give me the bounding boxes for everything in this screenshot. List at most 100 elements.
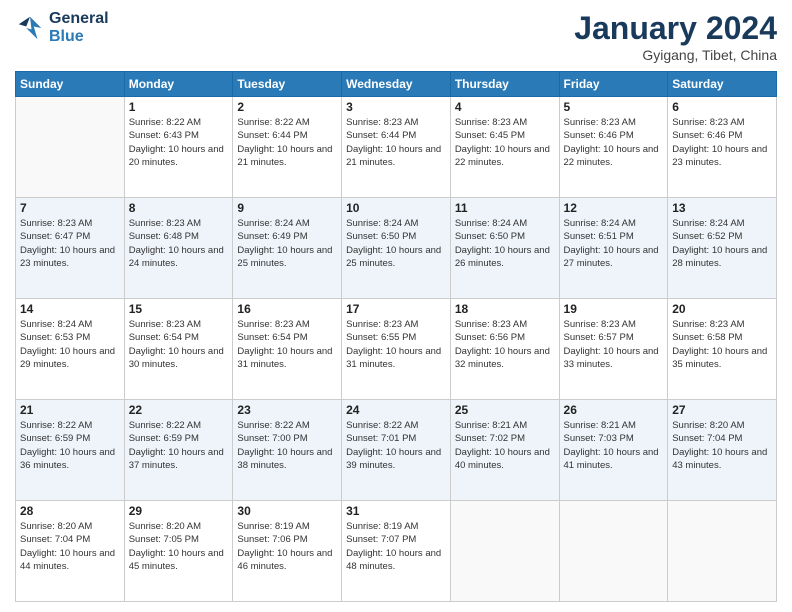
col-sunday: Sunday	[16, 72, 125, 97]
sunrise-text: Sunrise: 8:24 AM	[564, 217, 664, 230]
title-block: January 2024 Gyigang, Tibet, China	[574, 10, 777, 63]
sunset-text: Sunset: 6:53 PM	[20, 331, 120, 344]
daylight-text: Daylight: 10 hours and 30 minutes.	[129, 345, 229, 372]
day-info: Sunrise: 8:23 AMSunset: 6:47 PMDaylight:…	[20, 217, 120, 270]
day-info: Sunrise: 8:21 AMSunset: 7:02 PMDaylight:…	[455, 419, 555, 472]
day-number: 18	[455, 302, 555, 316]
daylight-text: Daylight: 10 hours and 29 minutes.	[20, 345, 120, 372]
sunset-text: Sunset: 6:54 PM	[129, 331, 229, 344]
daylight-text: Daylight: 10 hours and 38 minutes.	[237, 446, 337, 473]
daylight-text: Daylight: 10 hours and 22 minutes.	[455, 143, 555, 170]
day-number: 31	[346, 504, 446, 518]
daylight-text: Daylight: 10 hours and 37 minutes.	[129, 446, 229, 473]
sunrise-text: Sunrise: 8:23 AM	[346, 318, 446, 331]
col-thursday: Thursday	[450, 72, 559, 97]
day-number: 20	[672, 302, 772, 316]
sunrise-text: Sunrise: 8:19 AM	[346, 520, 446, 533]
calendar-cell: 9Sunrise: 8:24 AMSunset: 6:49 PMDaylight…	[233, 198, 342, 299]
sunset-text: Sunset: 6:49 PM	[237, 230, 337, 243]
daylight-text: Daylight: 10 hours and 28 minutes.	[672, 244, 772, 271]
sunset-text: Sunset: 6:52 PM	[672, 230, 772, 243]
sunrise-text: Sunrise: 8:23 AM	[455, 116, 555, 129]
daylight-text: Daylight: 10 hours and 24 minutes.	[129, 244, 229, 271]
day-number: 23	[237, 403, 337, 417]
daylight-text: Daylight: 10 hours and 39 minutes.	[346, 446, 446, 473]
sunset-text: Sunset: 6:55 PM	[346, 331, 446, 344]
col-wednesday: Wednesday	[342, 72, 451, 97]
sunset-text: Sunset: 6:47 PM	[20, 230, 120, 243]
calendar-header-row: Sunday Monday Tuesday Wednesday Thursday…	[16, 72, 777, 97]
day-info: Sunrise: 8:24 AMSunset: 6:50 PMDaylight:…	[346, 217, 446, 270]
day-info: Sunrise: 8:24 AMSunset: 6:53 PMDaylight:…	[20, 318, 120, 371]
day-info: Sunrise: 8:23 AMSunset: 6:44 PMDaylight:…	[346, 116, 446, 169]
sunset-text: Sunset: 7:06 PM	[237, 533, 337, 546]
day-info: Sunrise: 8:22 AMSunset: 6:59 PMDaylight:…	[129, 419, 229, 472]
daylight-text: Daylight: 10 hours and 44 minutes.	[20, 547, 120, 574]
sunset-text: Sunset: 7:01 PM	[346, 432, 446, 445]
day-number: 15	[129, 302, 229, 316]
calendar-cell: 4Sunrise: 8:23 AMSunset: 6:45 PMDaylight…	[450, 97, 559, 198]
sunset-text: Sunset: 6:45 PM	[455, 129, 555, 142]
day-number: 9	[237, 201, 337, 215]
calendar-cell: 16Sunrise: 8:23 AMSunset: 6:54 PMDayligh…	[233, 299, 342, 400]
calendar-cell: 25Sunrise: 8:21 AMSunset: 7:02 PMDayligh…	[450, 400, 559, 501]
header: General Blue January 2024 Gyigang, Tibet…	[15, 10, 777, 63]
daylight-text: Daylight: 10 hours and 41 minutes.	[564, 446, 664, 473]
day-info: Sunrise: 8:22 AMSunset: 7:01 PMDaylight:…	[346, 419, 446, 472]
sunrise-text: Sunrise: 8:21 AM	[564, 419, 664, 432]
daylight-text: Daylight: 10 hours and 26 minutes.	[455, 244, 555, 271]
day-info: Sunrise: 8:19 AMSunset: 7:07 PMDaylight:…	[346, 520, 446, 573]
sunset-text: Sunset: 6:57 PM	[564, 331, 664, 344]
calendar-week-row: 7Sunrise: 8:23 AMSunset: 6:47 PMDaylight…	[16, 198, 777, 299]
daylight-text: Daylight: 10 hours and 36 minutes.	[20, 446, 120, 473]
daylight-text: Daylight: 10 hours and 22 minutes.	[564, 143, 664, 170]
sunrise-text: Sunrise: 8:24 AM	[672, 217, 772, 230]
col-saturday: Saturday	[668, 72, 777, 97]
sunrise-text: Sunrise: 8:22 AM	[20, 419, 120, 432]
sunrise-text: Sunrise: 8:23 AM	[564, 318, 664, 331]
sunset-text: Sunset: 7:03 PM	[564, 432, 664, 445]
sunrise-text: Sunrise: 8:23 AM	[672, 318, 772, 331]
day-info: Sunrise: 8:24 AMSunset: 6:51 PMDaylight:…	[564, 217, 664, 270]
calendar-week-row: 14 Sunrise: 8:24 AMSunset: 6:53 PMDayligh…	[16, 299, 777, 400]
day-number: 7	[20, 201, 120, 215]
day-number: 29	[129, 504, 229, 518]
sunset-text: Sunset: 6:48 PM	[129, 230, 229, 243]
day-info: Sunrise: 8:23 AMSunset: 6:57 PMDaylight:…	[564, 318, 664, 371]
daylight-text: Daylight: 10 hours and 23 minutes.	[20, 244, 120, 271]
calendar-cell: 31 Sunrise: 8:19 AMSunset: 7:07 PMDayligh…	[342, 501, 451, 602]
day-info: Sunrise: 8:23 AMSunset: 6:55 PMDaylight:…	[346, 318, 446, 371]
calendar-cell: 3Sunrise: 8:23 AMSunset: 6:44 PMDaylight…	[342, 97, 451, 198]
day-number: 17	[346, 302, 446, 316]
daylight-text: Daylight: 10 hours and 43 minutes.	[672, 446, 772, 473]
calendar-week-row: 1Sunrise: 8:22 AMSunset: 6:43 PMDaylight…	[16, 97, 777, 198]
day-info: Sunrise: 8:23 AMSunset: 6:54 PMDaylight:…	[129, 318, 229, 371]
day-number: 5	[564, 100, 664, 114]
day-info: Sunrise: 8:22 AMSunset: 6:44 PMDaylight:…	[237, 116, 337, 169]
day-number: 24	[346, 403, 446, 417]
sunrise-text: Sunrise: 8:20 AM	[129, 520, 229, 533]
sunset-text: Sunset: 6:44 PM	[237, 129, 337, 142]
day-info: Sunrise: 8:23 AMSunset: 6:58 PMDaylight:…	[672, 318, 772, 371]
day-info: Sunrise: 8:20 AMSunset: 7:04 PMDaylight:…	[20, 520, 120, 573]
calendar-cell	[450, 501, 559, 602]
daylight-text: Daylight: 10 hours and 21 minutes.	[346, 143, 446, 170]
day-number: 14	[20, 302, 120, 316]
day-info: Sunrise: 8:19 AMSunset: 7:06 PMDaylight:…	[237, 520, 337, 573]
day-info: Sunrise: 8:24 AMSunset: 6:50 PMDaylight:…	[455, 217, 555, 270]
sunset-text: Sunset: 6:59 PM	[129, 432, 229, 445]
sunset-text: Sunset: 6:44 PM	[346, 129, 446, 142]
daylight-text: Daylight: 10 hours and 40 minutes.	[455, 446, 555, 473]
sunrise-text: Sunrise: 8:24 AM	[455, 217, 555, 230]
calendar-cell: 30Sunrise: 8:19 AMSunset: 7:06 PMDayligh…	[233, 501, 342, 602]
calendar-cell: 20 Sunrise: 8:23 AMSunset: 6:58 PMDayligh…	[668, 299, 777, 400]
calendar-week-row: 21Sunrise: 8:22 AMSunset: 6:59 PMDayligh…	[16, 400, 777, 501]
day-info: Sunrise: 8:23 AMSunset: 6:54 PMDaylight:…	[237, 318, 337, 371]
calendar-cell: 24 Sunrise: 8:22 AMSunset: 7:01 PMDayligh…	[342, 400, 451, 501]
sunrise-text: Sunrise: 8:23 AM	[564, 116, 664, 129]
calendar-cell: 23Sunrise: 8:22 AMSunset: 7:00 PMDayligh…	[233, 400, 342, 501]
sunset-text: Sunset: 7:04 PM	[672, 432, 772, 445]
sunset-text: Sunset: 6:54 PM	[237, 331, 337, 344]
sunrise-text: Sunrise: 8:23 AM	[20, 217, 120, 230]
sunrise-text: Sunrise: 8:20 AM	[20, 520, 120, 533]
